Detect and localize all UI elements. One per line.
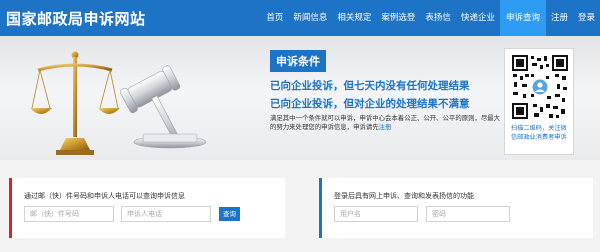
tracking-query-panel: 通过邮（快）件号码和申诉人电话可以查询申诉信息 查询 [9,178,285,238]
qr-code-icon [511,54,569,120]
nav-item-news[interactable]: 新闻信息 [288,0,332,36]
login-panel-title: 登录后具有网上申诉、查询和发表扬信的功能 [334,192,474,200]
nav-item-praise-letters[interactable]: 表扬信 [420,0,456,36]
nav-item-register[interactable]: 注册 [546,0,573,36]
conditions-title: 申诉条件 [270,50,326,72]
gavel-icon [119,65,207,149]
tracking-number-input[interactable] [24,206,114,222]
main-nav: 首页 新闻信息 相关规定 案例选登 表扬信 快递企业 申诉查询 注册 登录 [260,0,600,36]
condition-no-result: 已向企业投诉，但七天内没有任何处理结果 [270,80,470,92]
condition-unsatisfied: 已向企业投诉，但对企业的处理结果不满意 [270,98,470,110]
qr-caption: 扫描二维码，关注微信邮政业消费者申诉 [511,125,567,141]
register-link[interactable]: 注册 [379,123,392,131]
conditions-description: 满足其中一个条件就可以申诉，申诉中心会本着公正、公开、公平的原则，尽最大的努力来… [270,114,502,132]
username-input[interactable] [334,206,418,222]
nav-item-courier-companies[interactable]: 快递企业 [456,0,500,36]
nav-item-home[interactable]: 首页 [260,0,288,36]
wechat-qr-card: 扫描二维码，关注微信邮政业消费者申诉 [504,48,574,155]
password-input[interactable] [426,206,510,222]
nav-item-complaint-query[interactable]: 申诉查询 [499,0,546,36]
complaint-conditions-banner: 申诉条件 已向企业投诉，但七天内没有任何处理结果 已向企业投诉，但对企业的处理结… [0,36,600,160]
top-navigation-bar: 国家邮政局申诉网站 首页 新闻信息 相关规定 案例选登 表扬信 快递企业 申诉查… [0,0,600,36]
nav-item-login[interactable]: 登录 [573,0,600,36]
complainant-phone-input[interactable] [121,206,211,222]
site-title[interactable]: 国家邮政局申诉网站 [6,8,146,29]
nav-item-regulations[interactable]: 相关规定 [332,0,376,36]
login-panel: 登录后具有网上申诉、查询和发表扬信的功能 [319,178,593,238]
tracking-query-title: 通过邮（快）件号码和申诉人电话可以查询申诉信息 [24,192,185,200]
scales-of-justice-icon [30,51,120,155]
nav-item-cases[interactable]: 案例选登 [376,0,420,36]
query-button[interactable]: 查询 [219,207,240,221]
